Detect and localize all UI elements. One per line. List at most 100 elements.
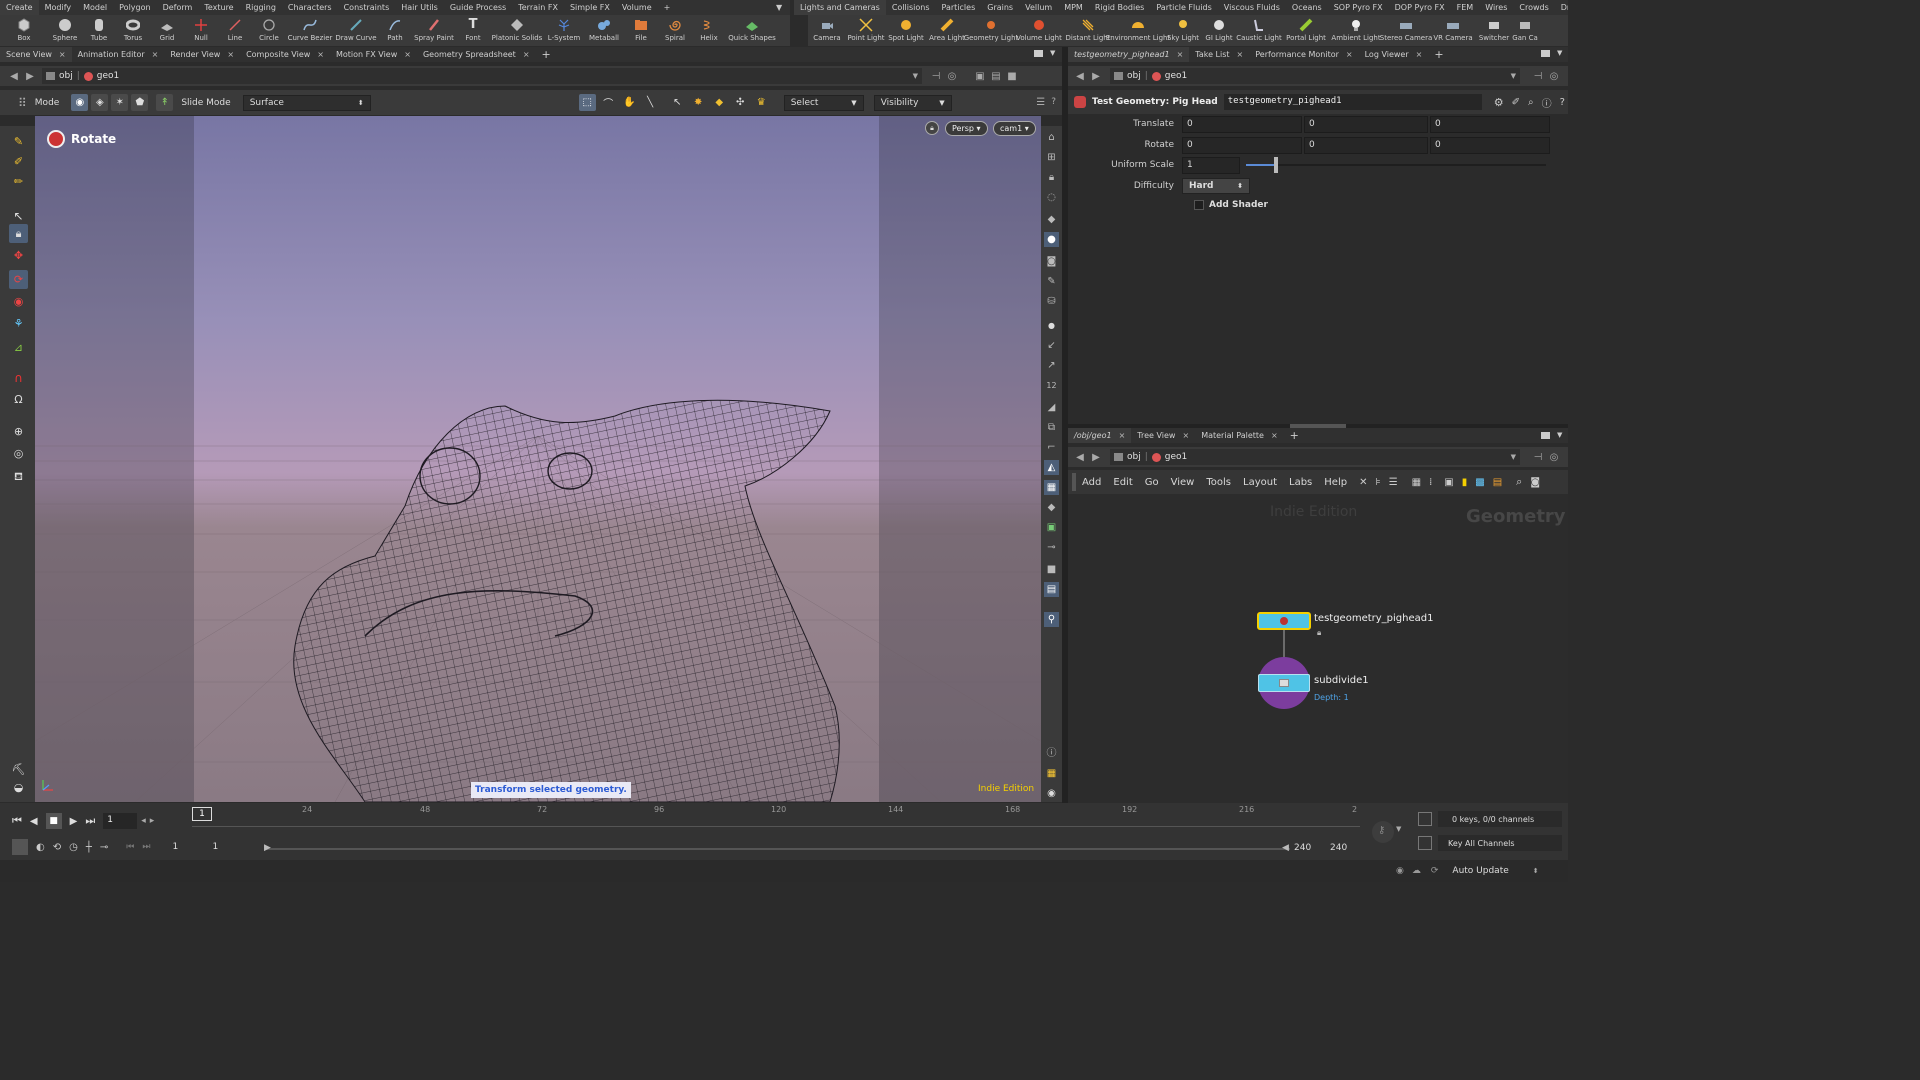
breadcrumb-dropdown-icon[interactable]: ▼ [1511, 72, 1516, 80]
breadcrumb-obj[interactable]: obj [1127, 452, 1141, 462]
tool-helix[interactable]: Helix [692, 15, 726, 46]
help-icon[interactable]: ? [1560, 97, 1565, 108]
tool-geometry-light[interactable]: Geometry Light [964, 15, 1018, 46]
range-start-handle[interactable]: ▶ [264, 843, 271, 853]
tab-geometry-spreadsheet[interactable]: Geometry Spreadsheet × [417, 47, 536, 62]
surface-dropdown[interactable]: Surface ⬍ [242, 94, 371, 111]
magnet-tool[interactable]: ∩ [9, 368, 28, 387]
laser-select-button[interactable]: ╲ [642, 94, 659, 111]
clock-icon[interactable]: ◷ [69, 842, 78, 853]
lock-tool[interactable]: 🔒︎ [9, 224, 28, 243]
3d-viewport[interactable]: Rotate 🔒︎ Persp ▾ cam1 ▾ Transform selec… [35, 116, 1041, 802]
close-icon[interactable]: × [1346, 47, 1353, 62]
pin-icon[interactable]: ⊣ [1530, 68, 1546, 84]
tool-environment-light[interactable]: Environment Light [1106, 15, 1170, 46]
tool-null[interactable]: Null [184, 15, 218, 46]
menu-edit[interactable]: Edit [1107, 477, 1138, 488]
dots-icon[interactable]: ▤ [1493, 477, 1502, 488]
shelf-tab-modify[interactable]: Modify [39, 0, 78, 15]
tab-composite-view[interactable]: Composite View × [240, 47, 330, 62]
tab-motion-fx-view[interactable]: Motion FX View × [330, 47, 417, 62]
tool-tube[interactable]: Tube [82, 15, 116, 46]
shelf-tab-oceans[interactable]: Oceans [1286, 0, 1328, 15]
select-points-button[interactable]: ◆ [711, 94, 728, 111]
select-connected-button[interactable]: ✣ [732, 94, 749, 111]
shelf-tab-crowds[interactable]: Crowds [1513, 0, 1554, 15]
start-frame-field[interactable]: 1 [173, 842, 205, 852]
scene-icon[interactable]: ▤ [988, 68, 1004, 84]
playhead-frame[interactable]: 1 [192, 807, 212, 821]
breadcrumb-dropdown-icon[interactable]: ▼ [913, 72, 918, 80]
translate-z-field[interactable]: 0 [1430, 115, 1550, 133]
shelf-tab-model[interactable]: Model [77, 0, 113, 15]
display-numbers-button[interactable]: 12 [1044, 378, 1059, 393]
tool-sphere[interactable]: Sphere [48, 15, 82, 46]
tool-draw-curve[interactable]: Draw Curve [334, 15, 378, 46]
auto-update-arrow-icon[interactable]: ⬍ [1533, 867, 1539, 875]
display-green-button[interactable]: ▣ [1044, 520, 1059, 535]
tool-volume-light[interactable]: Volume Light [1014, 15, 1064, 46]
shelf-tab-wires[interactable]: Wires [1479, 0, 1513, 15]
paint-tool[interactable]: ✏ [9, 172, 28, 191]
tab-log-viewer[interactable]: Log Viewer × [1359, 47, 1429, 62]
translate-x-field[interactable]: 0 [1182, 115, 1302, 133]
loop-icon[interactable]: ⟲ [53, 842, 61, 853]
add-shader-checkbox[interactable] [1194, 200, 1204, 210]
step-back-icon[interactable]: ◀ [30, 816, 38, 827]
range-icon[interactable]: ⊸ [100, 842, 108, 853]
display-vectors-button[interactable]: ↗ [1044, 358, 1059, 373]
menu-tools[interactable]: Tools [1200, 477, 1237, 488]
shelf-tab-lights-cameras[interactable]: Lights and Cameras [794, 0, 886, 15]
back-arrow-icon[interactable]: ◀ [1072, 449, 1088, 465]
view-mode-button[interactable]: ⬟ [131, 94, 149, 111]
box-select-button[interactable]: ⬚ [578, 94, 596, 111]
display-diamond-button[interactable]: ◆ [1044, 500, 1059, 515]
tool-spot-light[interactable]: Spot Light [886, 15, 926, 46]
tab-render-view[interactable]: Render View × [164, 47, 240, 62]
range-end-handle[interactable]: ◀ [1282, 843, 1289, 853]
close-icon[interactable]: × [1119, 428, 1126, 443]
pane-maximize-icon[interactable] [1034, 50, 1043, 57]
tab-animation-editor[interactable]: Animation Editor × [72, 47, 165, 62]
tool-file[interactable]: File [624, 15, 658, 46]
display-ghost-button[interactable]: ◭ [1044, 460, 1059, 475]
display-option-9[interactable]: ⛁ [1044, 294, 1059, 309]
brush-icon[interactable]: ✐ [1512, 97, 1520, 108]
tool-box[interactable]: Box [0, 15, 48, 46]
display-option-1[interactable]: ⌂ [1044, 130, 1059, 145]
tool-ambient-light[interactable]: Ambient Light [1330, 15, 1382, 46]
audio-icon[interactable]: ◐ [36, 842, 45, 853]
tool-gi-light[interactable]: GI Light [1202, 15, 1236, 46]
camera-menu[interactable]: cam1 ▾ [993, 121, 1036, 136]
range-slider[interactable] [266, 848, 1290, 850]
link-icon[interactable]: ◎ [1546, 68, 1562, 84]
menu-layout[interactable]: Layout [1237, 477, 1283, 488]
render-region-tool[interactable]: ◎ [9, 444, 28, 463]
wrench-icon[interactable]: ✕ [1359, 477, 1367, 488]
shelf-tab-texture[interactable]: Texture [198, 0, 239, 15]
tool-distant-light[interactable]: Distant Light [1064, 15, 1112, 46]
close-icon[interactable]: × [152, 47, 159, 62]
add-tab-button[interactable]: + [1428, 47, 1449, 62]
shelf-tab-terrain-fx[interactable]: Terrain FX [512, 0, 564, 15]
close-icon[interactable]: × [1177, 47, 1184, 62]
shelf-tab-collisions[interactable]: Collisions [886, 0, 936, 15]
breadcrumb-obj[interactable]: obj [1127, 71, 1141, 81]
rotate-tool[interactable]: ⟳ [9, 270, 28, 289]
tool-spray-paint[interactable]: Spray Paint [412, 15, 456, 46]
tool-vr-camera[interactable]: VR Camera [1430, 15, 1476, 46]
audio-scrub-button[interactable]: ⚷ [1372, 821, 1394, 843]
view-tool[interactable]: ⊕ [9, 422, 28, 441]
add-tab-button[interactable]: + [1284, 428, 1305, 443]
tool-path[interactable]: Path [378, 15, 412, 46]
display-point-icon-button[interactable]: ● [1044, 318, 1059, 333]
end-frame-field-2[interactable]: 240 [1330, 843, 1347, 853]
tool-curve-bezier[interactable]: Curve Bezier [286, 15, 334, 46]
shelf-tab-deform[interactable]: Deform [157, 0, 199, 15]
display-prim-button[interactable]: ◢ [1044, 400, 1059, 415]
start-frame-field-2[interactable]: 1 [213, 842, 243, 852]
menu-go[interactable]: Go [1139, 477, 1165, 488]
node-name-field[interactable]: testgeometry_pighead1 [1223, 94, 1482, 110]
breadcrumb-geo1[interactable]: geo1 [97, 71, 119, 81]
close-icon[interactable]: × [1182, 428, 1189, 443]
